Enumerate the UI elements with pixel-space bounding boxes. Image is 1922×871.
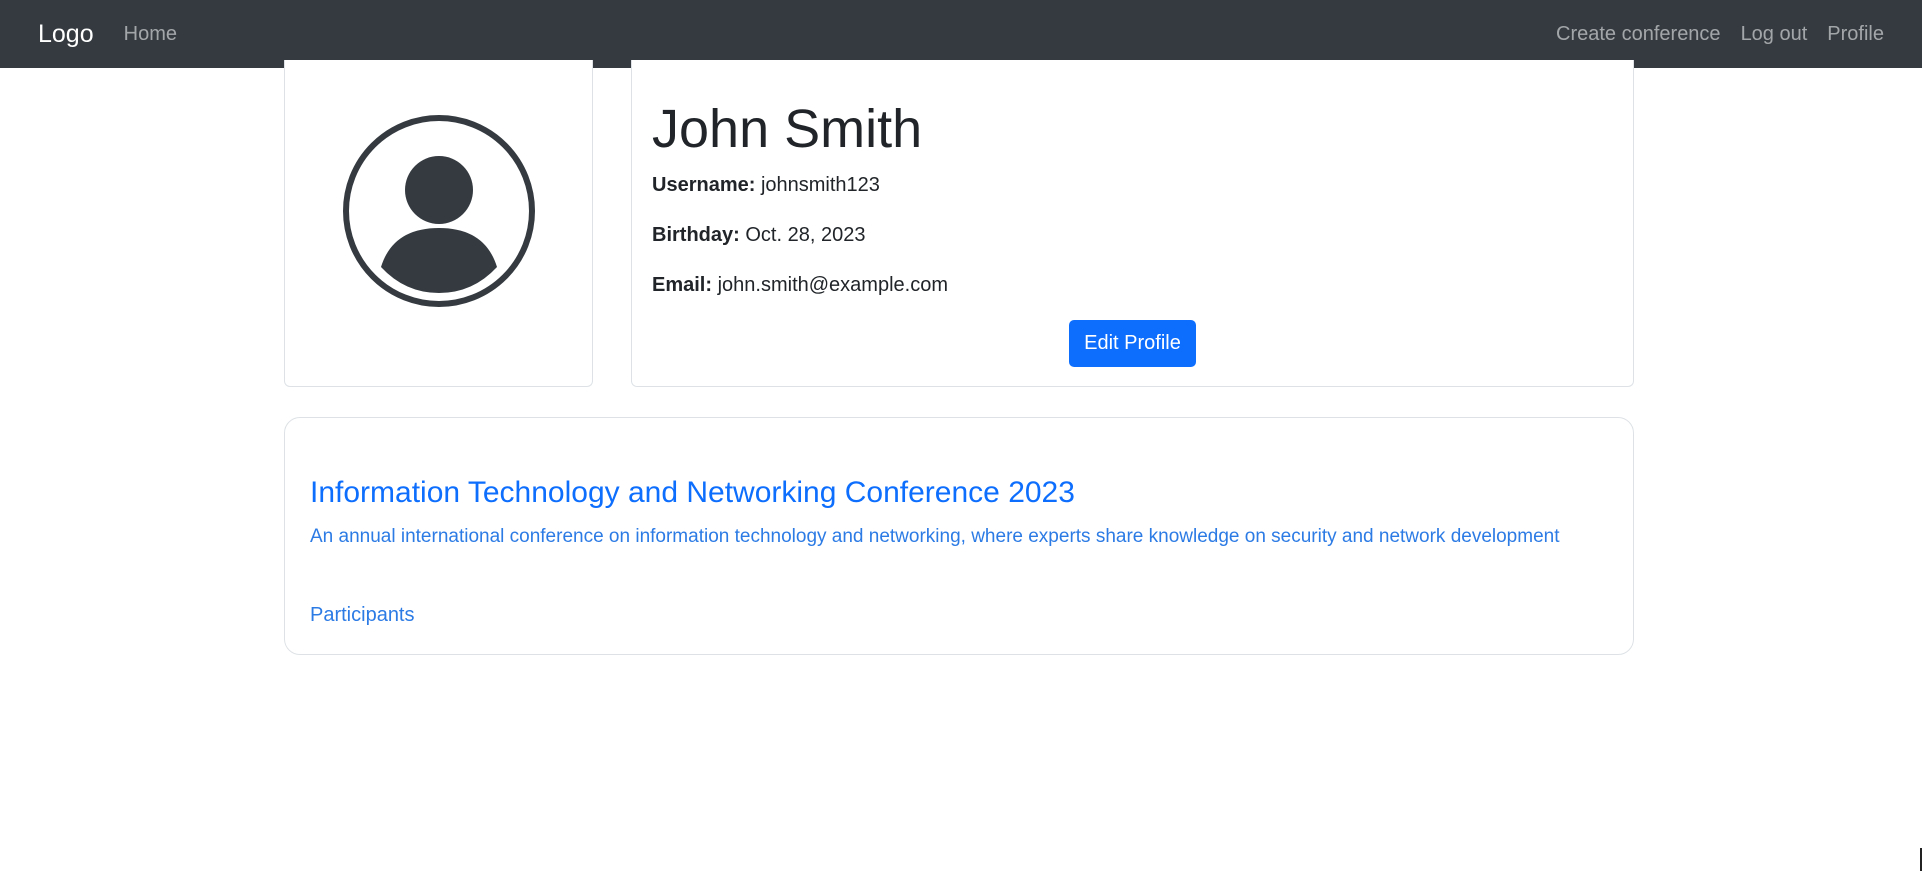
avatar-card (284, 60, 593, 387)
nav-home-link[interactable]: Home (124, 23, 177, 46)
profile-info-card: John Smith Username: johnsmith123 Birthd… (631, 60, 1634, 387)
brand-logo-link[interactable]: Logo (38, 20, 94, 49)
person-circle-icon (343, 115, 535, 307)
username-value: johnsmith123 (760, 174, 880, 196)
birthday-row: Birthday: Oct. 28, 2023 (652, 223, 865, 247)
email-row: Email: john.smith@example.com (652, 273, 948, 297)
birthday-label: Birthday: (652, 224, 740, 246)
edit-profile-button[interactable]: Edit Profile (1069, 320, 1196, 367)
participants-link[interactable]: Participants (310, 604, 415, 627)
birthday-value: Oct. 28, 2023 (745, 224, 866, 246)
conference-card[interactable]: Information Technology and Networking Co… (284, 417, 1634, 655)
nav-profile-link[interactable]: Profile (1827, 23, 1884, 46)
nav-logout-link[interactable]: Log out (1741, 23, 1808, 46)
top-navbar: Logo Home Create conference Log out Prof… (0, 0, 1922, 68)
email-value: john.smith@example.com (717, 274, 948, 296)
conference-description: An annual international conference on in… (310, 526, 1560, 547)
nav-right-group: Create conference Log out Profile (1556, 23, 1884, 46)
profile-name-heading: John Smith (652, 99, 923, 159)
username-row: Username: johnsmith123 (652, 173, 880, 197)
email-label: Email: (652, 274, 713, 296)
conference-title-link[interactable]: Information Technology and Networking Co… (310, 476, 1075, 510)
username-label: Username: (652, 174, 756, 196)
nav-create-conference-link[interactable]: Create conference (1556, 23, 1721, 46)
